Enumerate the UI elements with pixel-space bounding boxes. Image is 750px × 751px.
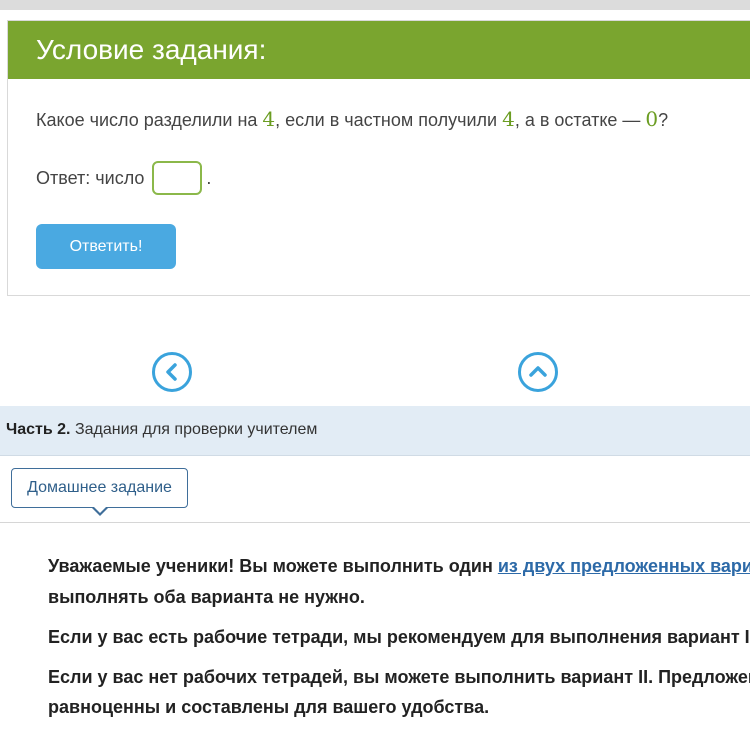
part2-label: Часть 2. [6,421,71,438]
instruction-paragraph-1-line-2: выполнять оба варианта не нужно. [48,587,365,607]
part2-title: Задания для проверки учителем [70,421,318,438]
answer-suffix: . [206,167,212,188]
instruction-text: Уважаемые ученики! Вы можете выполнить о… [48,556,498,576]
task-card-title: Условие задания: [8,21,750,79]
instruction-paragraph-1: Уважаемые ученики! Вы можете выполнить о… [48,551,750,582]
question-remainder: 0 [645,107,659,131]
question-part-1: Какое число разделили на [36,110,263,130]
divider [0,522,750,523]
instruction-paragraph-3: Если у вас нет рабочих тетрадей, вы може… [48,667,750,687]
chevron-left-icon [166,363,177,381]
previous-button[interactable] [152,352,192,392]
answer-label: Ответ: число [36,167,145,188]
question-divisor: 4 [262,107,276,131]
part2-header: Часть 2. Задания для проверки учителем [0,406,750,456]
question-part-2: , если в частном получили [275,110,503,130]
question-part-3: , а в остатке — [514,110,646,130]
answer-row: Ответ: число . [36,161,211,195]
answer-input[interactable] [152,161,203,195]
tab-homework[interactable]: Домашнее задание [11,468,188,508]
question-text: Какое число разделили на 4, если в частн… [36,107,668,131]
question-part-4: ? [658,110,669,130]
chevron-up-icon [529,366,547,377]
variants-link[interactable]: из двух предложенных вари [498,556,750,576]
scroll-top-button[interactable] [518,352,558,392]
question-quotient: 4 [502,107,515,131]
instruction-paragraph-3-line-2: равноценны и составлены для вашего удобс… [48,697,490,717]
top-scroll-bar [0,0,750,10]
submit-button[interactable]: Ответить! [36,224,176,269]
instruction-paragraph-2: Если у вас есть рабочие тетради, мы реко… [48,627,750,647]
tab-pointer-inner [93,506,107,513]
task-card: Условие задания: Какое число разделили н… [7,20,750,296]
